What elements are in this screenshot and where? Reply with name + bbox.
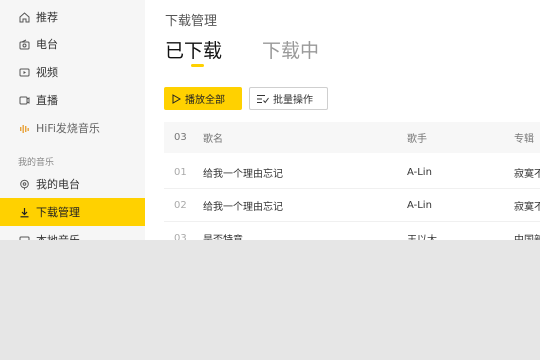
table-row[interactable]: 01 给我一个理由忘记 A-Lin 寂寞不 <box>164 156 540 189</box>
main-panel: 下载管理 已下载 下载中 播放全部 批量操作 03 歌名 歌手 专辑 01 给我… <box>145 0 540 240</box>
header-artist: 歌手 <box>407 134 427 145</box>
sidebar-item-live[interactable]: 直播 <box>0 86 145 114</box>
active-tab-indicator <box>191 64 204 67</box>
song-artist[interactable]: 王以太 <box>407 222 507 241</box>
song-title: 给我一个理由忘记 <box>203 201 283 213</box>
section-label-my-music: 我的音乐 <box>18 158 55 168</box>
header-album: 专辑 <box>514 134 534 145</box>
song-album[interactable]: 寂寞不 <box>514 189 540 221</box>
sidebar: 推荐 电台 视频 直播 HiFi发烧音乐 我的音乐 我的电台 下载管理 <box>0 0 145 240</box>
song-artist[interactable]: A-Lin <box>407 189 507 221</box>
table-row[interactable]: 02 给我一个理由忘记 A-Lin 寂寞不 <box>164 189 540 222</box>
row-index: 01 <box>174 166 187 178</box>
sidebar-item-my-radio[interactable]: 我的电台 <box>0 170 145 198</box>
tab-downloading[interactable]: 下载中 <box>262 36 319 63</box>
row-index: 03 <box>174 232 187 241</box>
row-index: 02 <box>174 199 187 211</box>
sidebar-item-label: 推荐 <box>36 11 58 24</box>
page-title: 下载管理 <box>165 14 218 29</box>
sidebar-item-hifi[interactable]: HiFi发烧音乐 <box>0 114 145 142</box>
live-icon <box>18 94 30 106</box>
play-all-button[interactable]: 播放全部 <box>164 87 242 110</box>
batch-operation-button[interactable]: 批量操作 <box>249 87 328 110</box>
play-icon <box>172 93 181 104</box>
my-radio-icon <box>18 178 30 190</box>
app-window: 推荐 电台 视频 直播 HiFi发烧音乐 我的音乐 我的电台 下载管理 下载管理… <box>0 0 540 240</box>
song-title: 是否特意 <box>203 234 243 241</box>
sidebar-item-video[interactable]: 视频 <box>0 58 145 86</box>
download-icon <box>18 206 30 218</box>
tab-downloaded[interactable]: 已下载 <box>165 36 222 63</box>
song-artist[interactable]: A-Lin <box>407 156 507 188</box>
home-icon <box>18 11 30 23</box>
table-header: 03 歌名 歌手 专辑 <box>164 122 540 153</box>
sidebar-item-local-music[interactable]: 本地音乐 <box>0 226 145 240</box>
sidebar-item-label: 视频 <box>36 66 58 79</box>
sidebar-item-label: HiFi发烧音乐 <box>36 122 100 135</box>
sidebar-item-label: 我的电台 <box>36 178 80 191</box>
radio-icon <box>18 38 30 50</box>
batch-operation-label: 批量操作 <box>273 95 313 106</box>
sidebar-item-label: 电台 <box>36 38 58 51</box>
sidebar-item-label: 直播 <box>36 94 58 107</box>
song-title: 给我一个理由忘记 <box>203 168 283 180</box>
video-icon <box>18 66 30 78</box>
header-title: 歌名 <box>203 134 223 145</box>
table-row[interactable]: 03 是否特意 王以太 中国新 <box>164 222 540 241</box>
monitor-icon <box>18 234 30 240</box>
sidebar-item-downloads[interactable]: 下载管理 <box>0 198 145 226</box>
hifi-icon <box>18 122 30 134</box>
sidebar-item-radio[interactable]: 电台 <box>0 30 145 58</box>
sidebar-item-recommend[interactable]: 推荐 <box>0 3 145 31</box>
checklist-icon <box>257 94 269 104</box>
sidebar-item-label: 本地音乐 <box>36 232 80 240</box>
song-album[interactable]: 中国新 <box>514 222 540 241</box>
header-index: 03 <box>174 132 187 143</box>
sidebar-item-label: 下载管理 <box>36 206 80 219</box>
song-album[interactable]: 寂寞不 <box>514 156 540 188</box>
play-all-label: 播放全部 <box>185 95 225 106</box>
